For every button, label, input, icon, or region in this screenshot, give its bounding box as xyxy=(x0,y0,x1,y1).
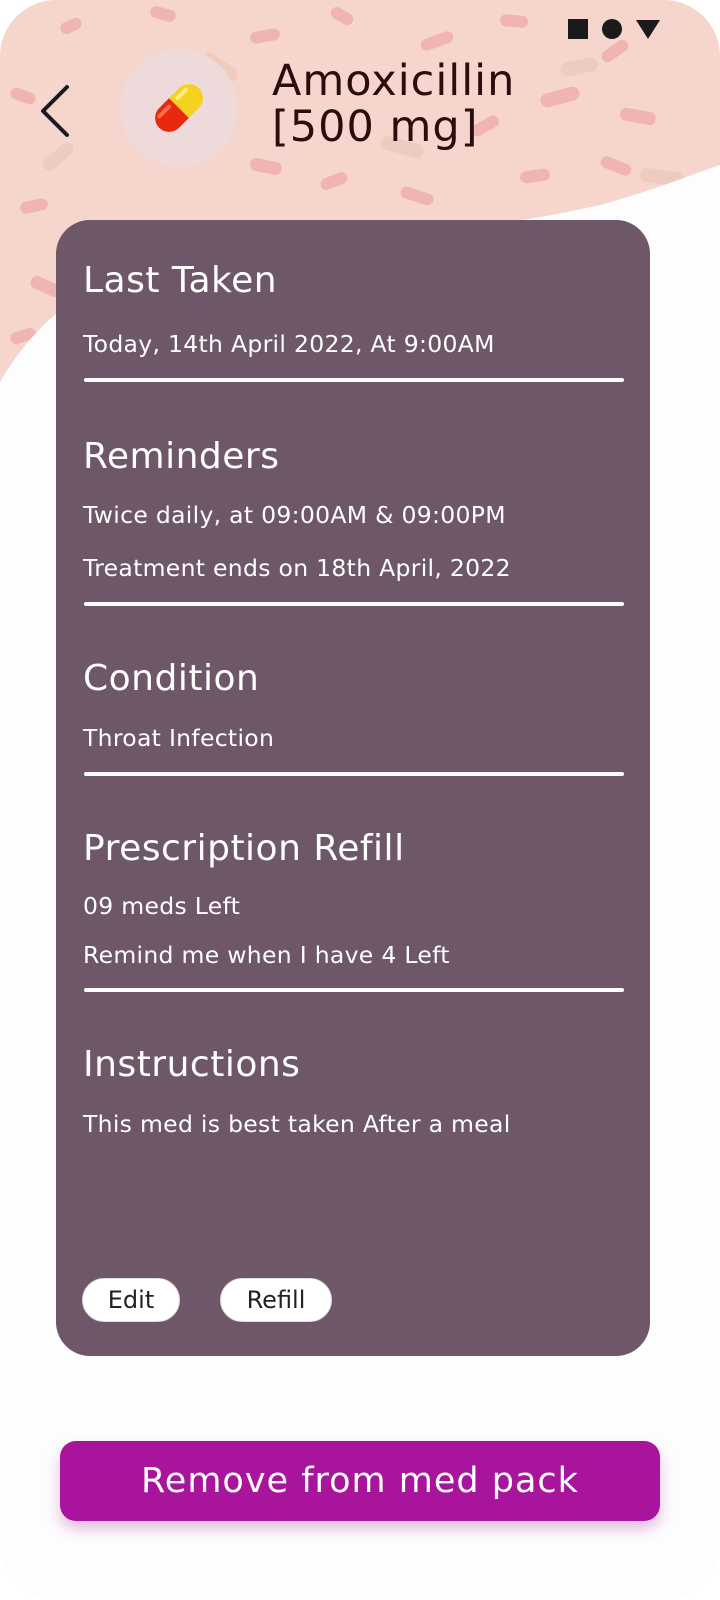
med-avatar xyxy=(120,49,238,167)
status-bar xyxy=(568,14,660,44)
instructions-value: This med is best taken After a meal xyxy=(83,1110,511,1138)
edit-button[interactable]: Edit xyxy=(82,1278,180,1322)
med-dose: [500 mg] xyxy=(272,102,479,152)
med-name: Amoxicillin xyxy=(272,56,516,106)
prescription-refill-title: Prescription Refill xyxy=(83,828,405,869)
last-taken-title: Last Taken xyxy=(83,260,278,301)
reminders-end-date: Treatment ends on 18th April, 2022 xyxy=(83,554,511,582)
med-details-card: Last Taken Today, 14th April 2022, At 9:… xyxy=(56,220,650,1356)
divider xyxy=(84,378,624,382)
capsule-icon xyxy=(155,84,203,132)
back-button[interactable] xyxy=(28,76,80,146)
divider xyxy=(84,602,624,606)
meds-left: 09 meds Left xyxy=(83,892,241,920)
remove-from-med-pack-button[interactable]: Remove from med pack xyxy=(60,1441,660,1521)
page-title: Amoxicillin [500 mg] xyxy=(272,58,672,150)
last-taken-value: Today, 14th April 2022, At 9:00AM xyxy=(83,330,495,358)
triangle-down-icon xyxy=(636,19,660,39)
circle-icon xyxy=(602,19,622,39)
condition-title: Condition xyxy=(83,658,260,699)
refill-button[interactable]: Refill xyxy=(220,1278,332,1322)
divider xyxy=(84,988,624,992)
reminders-title: Reminders xyxy=(83,436,280,477)
square-icon xyxy=(568,19,588,39)
chevron-left-icon xyxy=(41,85,69,137)
reminders-schedule: Twice daily, at 09:00AM & 09:00PM xyxy=(83,501,506,529)
screen: Amoxicillin [500 mg] Last Taken Today, 1… xyxy=(0,0,720,1600)
divider xyxy=(84,772,624,776)
condition-value: Throat Infection xyxy=(83,724,275,752)
instructions-title: Instructions xyxy=(83,1044,301,1085)
refill-reminder: Remind me when I have 4 Left xyxy=(83,941,450,969)
